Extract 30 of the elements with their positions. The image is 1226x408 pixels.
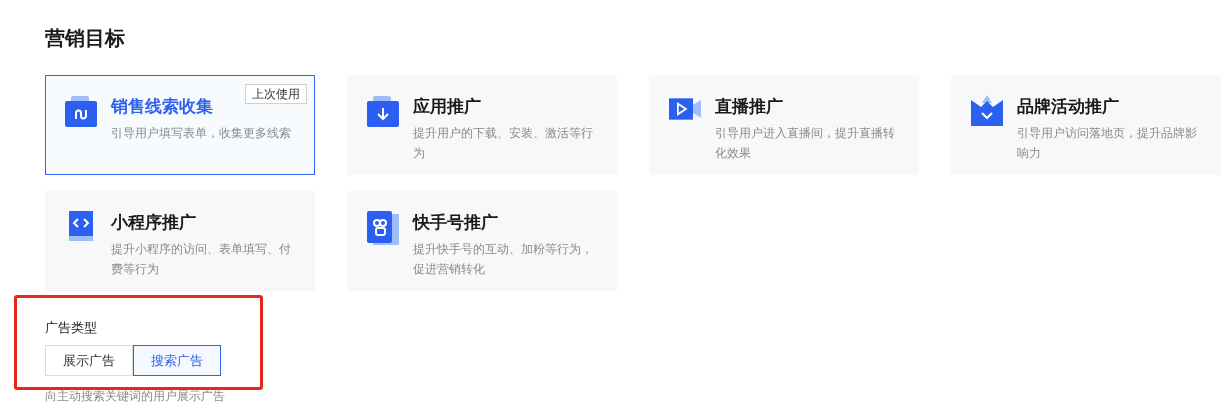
ad-type-option[interactable]: 展示广告 — [45, 345, 133, 376]
code-icon — [69, 211, 93, 241]
goal-title: 应用推广 — [413, 96, 482, 118]
ad-type-option[interactable]: 搜索广告 — [133, 345, 221, 376]
profile-icon — [367, 211, 399, 245]
goal-title: 直播推广 — [715, 96, 784, 118]
goal-card[interactable]: 直播推广 引导用户进入直播间，提升直播转化效果 — [649, 75, 919, 175]
goal-title: 快手号推广 — [413, 212, 499, 234]
goal-card[interactable]: 快手号推广 提升快手号的互动、加粉等行为，促进营销转化 — [347, 191, 617, 291]
goal-title: 品牌活动推广 — [1017, 96, 1120, 118]
goal-description: 提升用户的下载、安装、激活等行为 — [413, 125, 594, 162]
last-used-badge: 上次使用 — [245, 84, 307, 104]
download-icon — [367, 95, 399, 127]
ad-type-label: 广告类型 — [45, 319, 98, 337]
goal-description: 提升小程序的访问、表单填写、付费等行为 — [111, 241, 292, 278]
goal-title: 小程序推广 — [111, 212, 197, 234]
crown-icon — [971, 95, 1003, 127]
ad-type-description: 向主动搜索关键词的用户展示广告 — [45, 388, 226, 404]
goal-description: 引导用户访问落地页，提升品牌影响力 — [1017, 125, 1198, 162]
goal-card[interactable]: 销售线索收集 上次使用 引导用户填写表单，收集更多线索 — [45, 75, 315, 175]
section-title: 营销目标 — [45, 26, 126, 51]
goal-card[interactable]: 应用推广 提升用户的下载、安装、激活等行为 — [347, 75, 617, 175]
goal-title: 销售线索收集 — [111, 96, 214, 118]
folder-icon — [65, 95, 97, 127]
goal-description: 引导用户填写表单，收集更多线索 — [111, 125, 291, 142]
goal-card[interactable]: 小程序推广 提升小程序的访问、表单填写、付费等行为 — [45, 191, 315, 291]
goal-card[interactable]: 品牌活动推广 引导用户访问落地页，提升品牌影响力 — [951, 75, 1221, 175]
goal-description: 引导用户进入直播间，提升直播转化效果 — [715, 125, 896, 162]
goal-description: 提升快手号的互动、加粉等行为，促进营销转化 — [413, 241, 594, 278]
video-icon — [669, 95, 701, 123]
